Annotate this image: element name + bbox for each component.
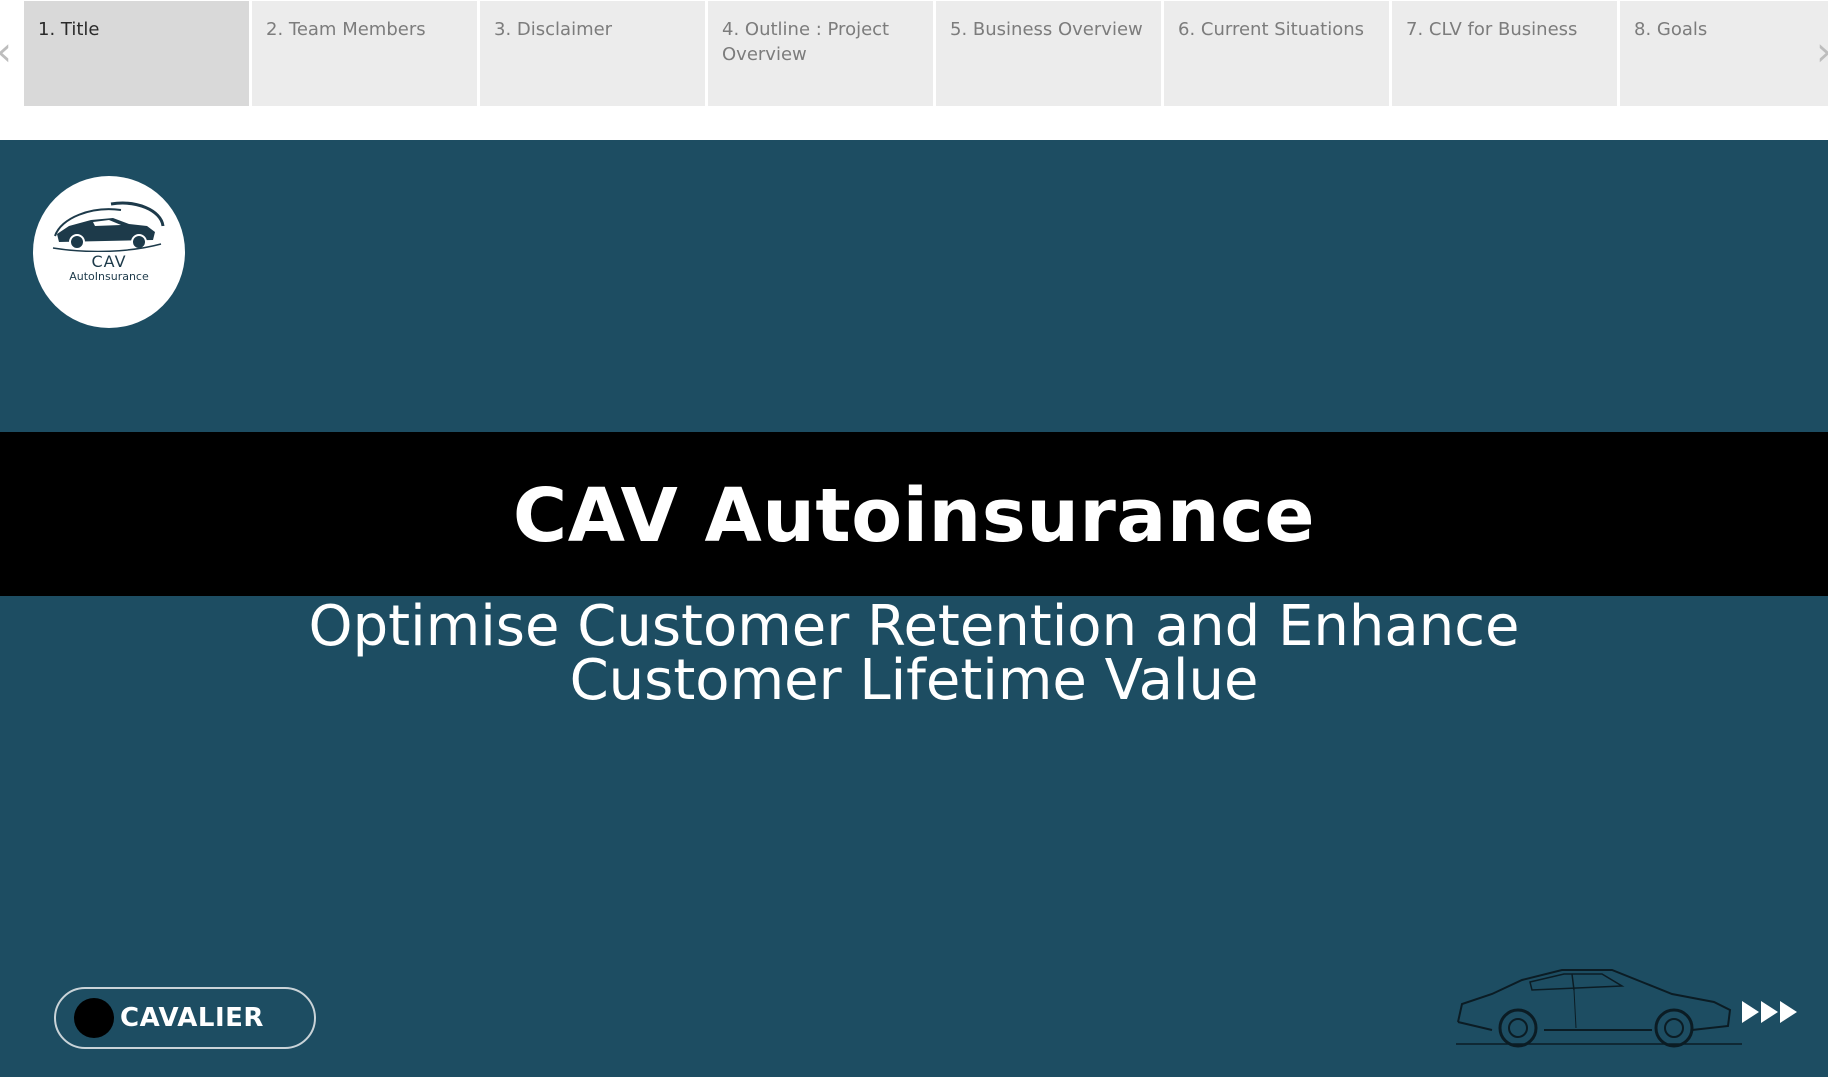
cavalier-button[interactable]: CAVALIER	[54, 987, 316, 1049]
chevron-left-icon[interactable]: ‹	[0, 30, 14, 74]
storypoint-title[interactable]: 1. Title	[24, 1, 249, 106]
brand-label: CAVALIER	[120, 1003, 264, 1033]
story-viewer: ‹ 1. Title 2. Team Members 3. Disclaimer…	[0, 0, 1828, 1077]
story-navigator: ‹ 1. Title 2. Team Members 3. Disclaimer…	[0, 0, 1828, 140]
company-logo: CAV AutoInsurance	[33, 176, 185, 328]
slide-subtitle: Optimise Customer Retention and Enhance …	[0, 594, 1828, 713]
arrow-head-icon	[1742, 1001, 1759, 1023]
subtitle-line-2: Customer Lifetime Value	[569, 648, 1259, 713]
title-band: CAV Autoinsurance	[0, 432, 1828, 596]
logo-name: CAV	[91, 252, 127, 271]
brand-dot-icon	[74, 998, 114, 1038]
slide-title: CAV Autoinsurance	[512, 473, 1316, 559]
storypoint-outline[interactable]: 4. Outline : Project Overview	[708, 1, 933, 106]
storypoint-clv-for-business[interactable]: 7. CLV for Business	[1392, 1, 1617, 106]
storypoint-goals[interactable]: 8. Goals	[1620, 1, 1828, 106]
storypoint-current-situations[interactable]: 6. Current Situations	[1164, 1, 1389, 106]
logo-subtitle: AutoInsurance	[69, 270, 149, 283]
next-arrows-icon[interactable]	[1742, 994, 1799, 1030]
car-logo-icon	[52, 201, 165, 252]
title-slide: CAV AutoInsurance CAV Autoinsurance Opti…	[0, 140, 1828, 1077]
chevron-right-icon[interactable]: ›	[1814, 30, 1828, 74]
storypoint-team-members[interactable]: 2. Team Members	[252, 1, 477, 106]
storypoint-disclaimer[interactable]: 3. Disclaimer	[480, 1, 705, 106]
subtitle-line-1: Optimise Customer Retention and Enhance	[308, 594, 1520, 659]
arrow-head-icon	[1761, 1001, 1778, 1023]
arrow-head-icon	[1780, 1001, 1797, 1023]
storypoint-tabs: 1. Title 2. Team Members 3. Disclaimer 4…	[24, 1, 1828, 106]
storypoint-business-overview[interactable]: 5. Business Overview	[936, 1, 1161, 106]
car-sketch-icon	[1456, 969, 1742, 1048]
